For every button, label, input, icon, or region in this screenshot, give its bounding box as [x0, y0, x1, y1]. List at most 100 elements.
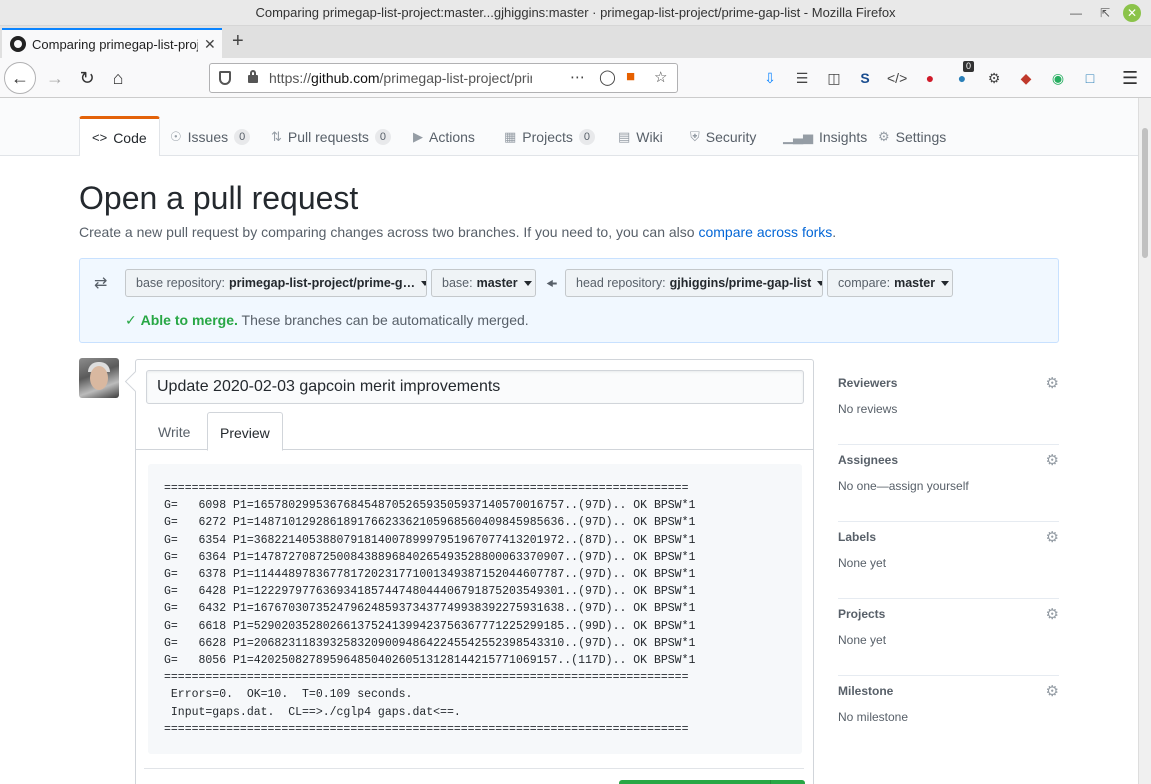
extension-green-icon[interactable]: ◉: [1048, 68, 1068, 88]
close-window-icon[interactable]: ✕: [1123, 4, 1141, 22]
merge-status: ✓ Able to merge. These branches can be a…: [125, 312, 529, 329]
page-content: <> Code ☉ Issues 0 ⇅ Pull requests 0 ▶ Actions…: [0, 98, 1138, 784]
pull-request-form: Write Preview ==========================…: [135, 359, 814, 784]
base-branch-select[interactable]: base: master: [431, 269, 536, 297]
new-tab-icon[interactable]: +: [232, 30, 244, 53]
head-repository-select[interactable]: head repository: gjhiggins/prime-gap-list: [565, 269, 823, 297]
select-value: master: [476, 276, 518, 290]
maximize-icon[interactable]: ⇱: [1095, 3, 1115, 23]
tracking-shield-icon[interactable]: [219, 71, 231, 85]
base-repository-select[interactable]: base repository: primegap-list-project/pr…: [125, 269, 427, 297]
avatar-face: [90, 366, 108, 390]
sidebar-heading[interactable]: Reviewers: [838, 376, 897, 390]
extension-ghost-icon[interactable]: ● 0: [952, 61, 975, 88]
extension-car-icon[interactable]: ⚙: [984, 68, 1004, 88]
scrollbar-thumb[interactable]: [1142, 128, 1148, 258]
screenshot-icon[interactable]: ■: [626, 68, 635, 85]
shield-icon: ⛨: [690, 129, 700, 144]
bookmark-star-icon[interactable]: ☆: [654, 68, 667, 86]
avatar[interactable]: [79, 358, 119, 398]
back-arrow-icon[interactable]: ←: [4, 62, 36, 94]
preview-line: Errors=0. OK=10. T=0.109 seconds.: [164, 688, 413, 702]
minimize-icon[interactable]: —: [1066, 3, 1086, 23]
preview-line: G= 6272 P1=14871012928618917662336210596…: [164, 516, 696, 530]
pr-title-input[interactable]: [146, 370, 804, 404]
url-text[interactable]: https://github.com/primegap-list-project…: [269, 70, 532, 86]
book-icon: ▤: [618, 129, 631, 144]
preview-line: G= 6098 P1=16578029953676845487052659350…: [164, 499, 696, 513]
lock-icon[interactable]: [248, 70, 258, 83]
select-value: master: [894, 276, 936, 290]
select-value: gjhiggins/prime-gap-list: [669, 276, 812, 290]
sidebar-value: None yet: [838, 633, 887, 647]
tab-settings[interactable]: ⚙ Settings: [866, 118, 958, 156]
compare-branch-select[interactable]: compare: master: [827, 269, 953, 297]
page-actions-icon[interactable]: ⋯: [570, 68, 585, 86]
preview-line: G= 8056 P1=42025082789596485040260513128…: [164, 654, 696, 668]
write-preview-tabs: Write Preview: [136, 412, 813, 451]
sidebar-heading[interactable]: Labels: [838, 530, 876, 544]
tab-wiki[interactable]: ▤ Wiki: [606, 118, 675, 156]
forward-arrow-icon[interactable]: →: [40, 63, 70, 93]
gear-icon[interactable]: ⚙: [1046, 528, 1059, 546]
tab-pull-requests[interactable]: ⇅ Pull requests 0: [259, 118, 403, 156]
tab-code[interactable]: <> Code: [79, 116, 160, 156]
sidebar-heading[interactable]: Milestone: [838, 684, 893, 698]
preview-line: ========================================…: [164, 482, 689, 495]
gear-icon[interactable]: ⚙: [1046, 374, 1059, 392]
compare-icon: ⇄: [94, 275, 108, 292]
select-label: base:: [442, 276, 473, 290]
sidebar-heading[interactable]: Assignees: [838, 453, 898, 467]
hamburger-menu-icon[interactable]: ☰: [1122, 68, 1138, 89]
markdown-preview: ========================================…: [148, 464, 802, 754]
url-bar[interactable]: https://github.com/primegap-list-project…: [209, 63, 678, 93]
tab-issues[interactable]: ☉ Issues 0: [158, 118, 262, 156]
reload-icon[interactable]: ↻: [72, 63, 102, 93]
tab-projects[interactable]: ▦ Projects 0: [492, 118, 607, 156]
tab-insights[interactable]: ▁▃▅ Insights: [771, 118, 879, 156]
preview-line: G= 6428 P1=12229797763693418574474804440…: [164, 585, 696, 599]
extension-doc-icon[interactable]: □: [1080, 68, 1100, 88]
preview-line: G= 6378 P1=11444897836778172023177100134…: [164, 568, 696, 582]
button-separator: [770, 780, 771, 784]
select-label: compare:: [838, 276, 891, 290]
downloads-icon[interactable]: ⇩: [760, 68, 780, 88]
sidebar-value[interactable]: No one—assign yourself: [838, 479, 969, 493]
gear-icon[interactable]: ⚙: [1046, 605, 1059, 623]
browser-tab[interactable]: Comparing primegap-list-project:master..…: [2, 28, 222, 58]
sidebar-heading[interactable]: Projects: [838, 607, 885, 621]
extension-m-icon[interactable]: ●: [920, 68, 940, 88]
page-scrollbar[interactable]: [1138, 98, 1151, 784]
pocket-icon[interactable]: ◯: [599, 68, 616, 86]
range-editor: ⇄ base repository: primegap-list-project/…: [79, 258, 1059, 343]
preview-line: ========================================…: [164, 722, 689, 736]
home-icon[interactable]: ⌂: [103, 63, 133, 93]
tab-write[interactable]: Write: [146, 412, 202, 451]
play-icon: ▶: [413, 129, 423, 144]
github-favicon-icon: [10, 36, 26, 52]
tab-label: Projects: [522, 129, 573, 145]
tab-label: Wiki: [636, 129, 663, 145]
sidebar-projects: Projects ⚙ None yet: [838, 599, 1059, 676]
devtools-icon[interactable]: </>: [887, 68, 907, 88]
compare-across-forks-link[interactable]: compare across forks: [698, 224, 832, 240]
gear-icon[interactable]: ⚙: [1046, 682, 1059, 700]
gear-icon[interactable]: ⚙: [1046, 451, 1059, 469]
preview-line: G= 6628 P1=20682311839325832090094864224…: [164, 636, 696, 650]
sidebar-labels: Labels ⚙ None yet: [838, 522, 1059, 599]
tab-security[interactable]: ⛨ Security: [678, 118, 768, 156]
extension-bug-icon[interactable]: ◆: [1016, 68, 1036, 88]
sidebar-icon[interactable]: ◫: [824, 68, 844, 88]
arrow-left-icon: 🠜: [546, 276, 558, 291]
sidebar-assignees: Assignees ⚙ No one—assign yourself: [838, 445, 1059, 522]
create-pull-request-button[interactable]: [619, 780, 805, 784]
counter-badge: 0: [234, 129, 251, 145]
library-icon[interactable]: ☰: [792, 68, 812, 88]
close-tab-icon[interactable]: ✕: [204, 36, 216, 53]
extension-s-icon[interactable]: S: [855, 68, 875, 88]
tab-actions[interactable]: ▶ Actions: [401, 118, 487, 156]
gear-icon: ⚙: [878, 129, 890, 144]
preview-line: G= 6354 P1=36822140538807918140078999795…: [164, 533, 696, 547]
browser-tabbar: Comparing primegap-list-project:master..…: [0, 26, 1151, 58]
tab-preview[interactable]: Preview: [207, 412, 283, 451]
